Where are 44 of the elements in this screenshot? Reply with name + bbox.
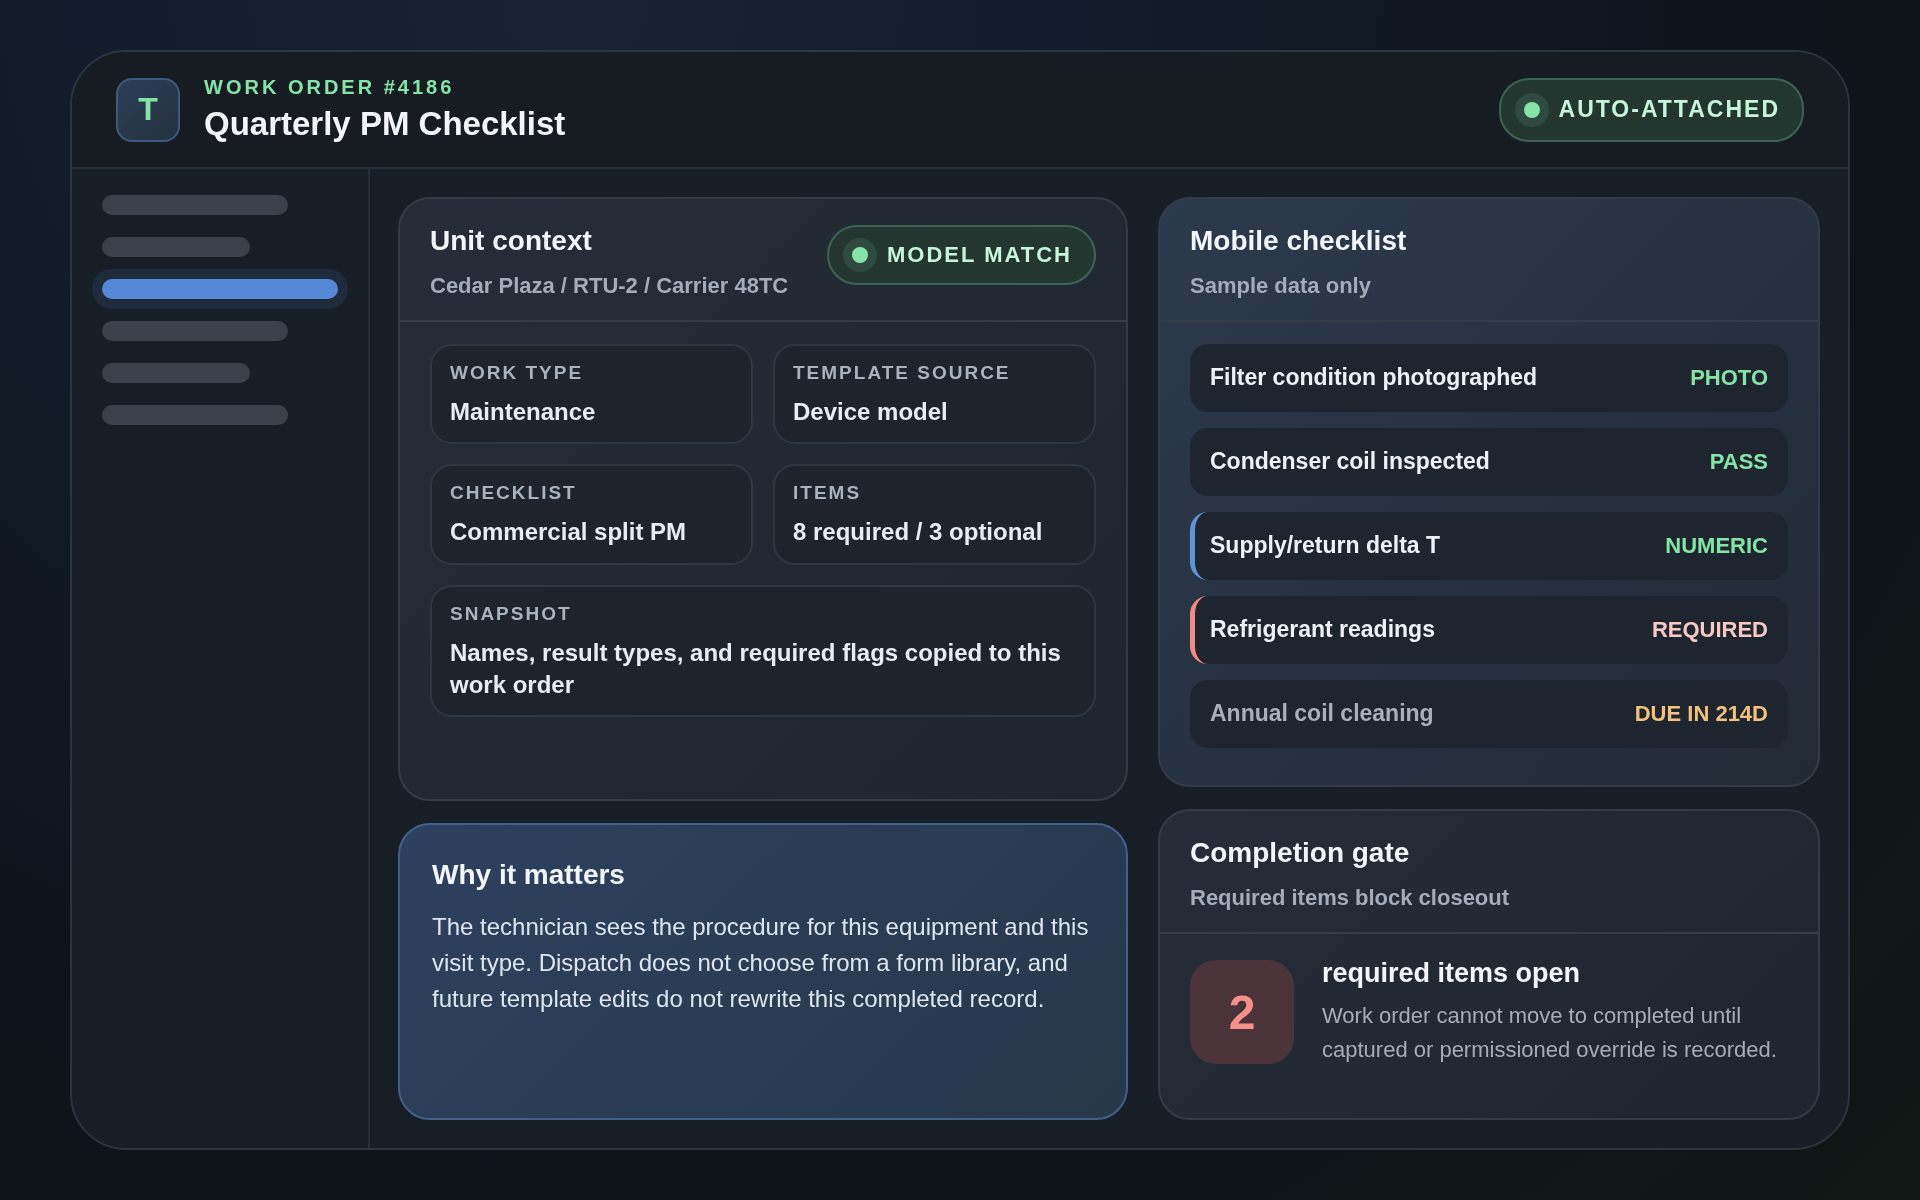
- field-value: Commercial split PM: [450, 517, 688, 548]
- card-subtitle: Required items block closeout: [1190, 884, 1511, 912]
- field-label: TEMPLATE SOURCE: [793, 361, 1012, 384]
- checklist-row[interactable]: Refrigerant readings REQUIRED: [1190, 595, 1788, 664]
- item-name: Annual coil cleaning: [1210, 700, 1434, 728]
- work-order-number: WORK ORDER #4186: [204, 76, 456, 99]
- checklist-row[interactable]: Annual coil cleaning DUE IN 214D: [1190, 679, 1788, 748]
- count-label: required items open: [1322, 957, 1582, 989]
- card-title: Unit context: [430, 225, 593, 257]
- sidebar-item[interactable]: [92, 269, 348, 309]
- match-label: MODEL MATCH: [887, 242, 1072, 268]
- result-tag: DUE IN 214D: [1634, 700, 1768, 727]
- checklist-row[interactable]: Filter condition photographed PHOTO: [1190, 343, 1788, 412]
- card-subtitle: Sample data only: [1190, 272, 1372, 300]
- field-value: 8 required / 3 optional: [793, 517, 1044, 548]
- open-count: 2: [1190, 960, 1294, 1065]
- result-tag: PHOTO: [1690, 364, 1768, 391]
- gate-description: Work order cannot move to completed until captured or permissioned override is recorded.: [1322, 1001, 1778, 1064]
- status-dot: [852, 247, 869, 263]
- item-name: Condenser coil inspected: [1210, 448, 1490, 476]
- field-value: Maintenance: [450, 396, 597, 427]
- checklist-row[interactable]: Supply/return delta T NUMERIC: [1190, 511, 1788, 580]
- item-name: Filter condition photographed: [1210, 364, 1538, 392]
- result-tag: PASS: [1709, 448, 1768, 475]
- field-label: ITEMS: [793, 482, 863, 505]
- result-tag: REQUIRED: [1651, 616, 1768, 643]
- status-dot: [1523, 101, 1540, 118]
- field-label: WORK TYPE: [450, 361, 585, 384]
- logo-badge: T: [116, 77, 180, 142]
- field-value: Device model: [793, 396, 949, 427]
- result-tag: NUMERIC: [1665, 532, 1768, 559]
- card-text: The technician sees the procedure for this equipment and this visit type. Dispatch does not choose from a form library, and future template edits do not rewrite this completed record.: [432, 912, 1090, 1014]
- checklist-row[interactable]: Condenser coil inspected PASS: [1190, 427, 1788, 496]
- card-title: Why it matters: [432, 859, 626, 891]
- status-label: AUTO-ATTACHED: [1558, 96, 1780, 123]
- field-label: CHECKLIST: [450, 482, 578, 505]
- card-subtitle: Cedar Plaza / RTU-2 / Carrier 48TC: [430, 272, 789, 300]
- item-name: Refrigerant readings: [1210, 616, 1435, 644]
- card-title: Mobile checklist: [1190, 225, 1408, 257]
- page-title: Quarterly PM Checklist: [204, 105, 566, 143]
- field-value: Names, result types, and required flags copied to this work order: [450, 637, 1062, 700]
- field-label: SNAPSHOT: [450, 602, 573, 625]
- card-title: Completion gate: [1190, 837, 1411, 869]
- item-name: Supply/return delta T: [1210, 532, 1441, 560]
